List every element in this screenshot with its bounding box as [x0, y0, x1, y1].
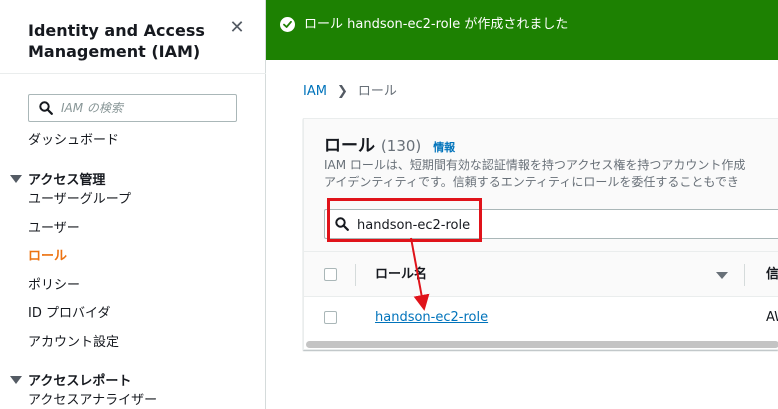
check-circle-icon [280, 17, 295, 32]
page-title: ロール (130) 情報 [324, 135, 455, 159]
column-header-trusted-entity[interactable]: 信 [766, 266, 778, 284]
table-row: handson-ec2-role AW [304, 297, 778, 339]
sidebar-item-policies[interactable]: ポリシー [28, 277, 80, 295]
success-message: ロール handson-ec2-role が作成されました [304, 17, 569, 32]
caret-down-icon [10, 376, 22, 384]
sidebar-section-label: アクセス管理 [28, 173, 106, 188]
column-divider [355, 264, 356, 286]
column-header-role-name[interactable]: ロール名 [375, 266, 427, 284]
roles-description: IAM ロールは、短期間有効な認証情報を持つアクセス権を持つアカウント作成 アイ… [324, 157, 778, 191]
sidebar-item-identity-providers[interactable]: ID プロバイダ [28, 305, 110, 323]
column-divider [744, 264, 745, 286]
sidebar-item-dashboard[interactable]: ダッシュボード [28, 132, 119, 150]
success-banner: ロール handson-ec2-role が作成されました [266, 0, 778, 60]
roles-description-line: アイデンティティです。信頼するエンティティにロールを委任することもでき [324, 175, 739, 189]
horizontal-scrollbar[interactable] [306, 341, 778, 348]
roles-description-line: IAM ロールは、短期間有効な認証情報を持つアクセス権を持つアカウント作成 [324, 158, 746, 172]
sidebar-search-input[interactable] [61, 98, 231, 118]
breadcrumb: IAM ❯ ロール [303, 83, 397, 101]
info-link[interactable]: 情報 [433, 141, 455, 154]
sidebar-section-access-management[interactable]: アクセス管理 [10, 172, 105, 190]
sidebar-search-box[interactable] [28, 94, 237, 122]
trusted-entity-cell: AW [766, 310, 778, 325]
sidebar-section-label: アクセスレポート [28, 374, 132, 389]
sidebar: Identity and Access Management (IAM) ✕ ダ… [0, 0, 266, 409]
sidebar-item-roles[interactable]: ロール [28, 248, 67, 266]
table-header: ロール名 信 [304, 251, 778, 297]
breadcrumb-current: ロール [357, 84, 397, 99]
select-all-checkbox[interactable] [324, 268, 337, 281]
sidebar-item-users[interactable]: ユーザー [28, 220, 80, 238]
breadcrumb-iam[interactable]: IAM [303, 84, 327, 99]
sort-descending-icon[interactable] [716, 272, 728, 279]
role-name-link[interactable]: handson-ec2-role [375, 309, 488, 327]
sidebar-section-access-reports[interactable]: アクセスレポート [10, 373, 131, 391]
sidebar-title: Identity and Access Management (IAM) [28, 21, 205, 61]
close-icon[interactable]: ✕ [227, 18, 247, 38]
annotation-highlight-box [327, 198, 482, 242]
sidebar-divider [0, 73, 266, 74]
sidebar-item-account-settings[interactable]: アカウント設定 [28, 334, 119, 352]
row-checkbox[interactable] [324, 311, 337, 324]
roles-title: ロール [324, 136, 375, 156]
chevron-right-icon: ❯ [336, 84, 348, 99]
roles-count: (130) [380, 137, 422, 155]
search-icon [39, 101, 53, 115]
sidebar-item-user-groups[interactable]: ユーザーグループ [28, 191, 131, 209]
caret-down-icon [10, 175, 22, 183]
sidebar-item-access-analyzer[interactable]: アクセスアナライザー [28, 392, 157, 409]
